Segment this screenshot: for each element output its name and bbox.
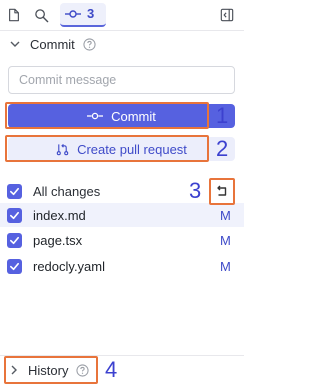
file-status-badge: M <box>220 207 231 223</box>
pull-request-icon <box>56 143 69 155</box>
checkmark-icon <box>10 236 19 244</box>
history-section-header[interactable]: History <box>8 360 90 380</box>
file-checkbox[interactable] <box>7 232 22 248</box>
file-checkbox[interactable] <box>7 258 22 274</box>
changed-file-row[interactable]: redocly.yaml M <box>0 254 244 278</box>
all-changes-row[interactable]: All changes <box>0 179 244 203</box>
help-icon[interactable] <box>83 37 96 51</box>
tab-source-control[interactable]: 3 <box>60 3 106 27</box>
file-status-badge: M <box>220 258 231 274</box>
file-status-badge: M <box>220 232 231 248</box>
changed-file-row[interactable]: page.tsx M <box>0 228 244 252</box>
chevron-right-icon <box>11 365 17 375</box>
all-changes-label: All changes <box>33 183 101 199</box>
file-name: page.tsx <box>33 232 83 248</box>
history-divider <box>0 355 244 356</box>
help-icon[interactable] <box>76 363 90 377</box>
tabbar-divider <box>0 30 244 31</box>
discard-changes-icon[interactable] <box>215 184 229 198</box>
checkmark-icon <box>10 262 19 270</box>
create-pull-request-label: Create pull request <box>77 141 187 157</box>
checkmark-icon <box>10 187 19 195</box>
create-pull-request-button[interactable]: Create pull request <box>8 137 235 161</box>
file-icon[interactable] <box>5 6 23 24</box>
commit-message-input[interactable] <box>8 66 235 94</box>
chevron-down-icon <box>10 41 20 47</box>
changed-file-row[interactable]: index.md M <box>0 203 244 227</box>
changes-count-badge: 3 <box>87 6 95 21</box>
file-name: index.md <box>33 207 86 223</box>
history-section-title: History <box>28 362 69 378</box>
commit-button[interactable]: Commit <box>8 104 235 128</box>
checkmark-icon <box>10 211 19 219</box>
search-icon[interactable] <box>32 6 50 24</box>
commit-icon <box>87 112 104 120</box>
commit-section-header[interactable]: Commit <box>8 34 96 54</box>
all-changes-checkbox[interactable] <box>7 183 22 199</box>
annotation-number: 3 <box>189 178 202 203</box>
annotation-number: 1 <box>216 103 229 128</box>
annotation-number: 2 <box>216 136 229 161</box>
activity-tabbar: 3 <box>0 0 244 30</box>
commit-section-title: Commit <box>30 36 75 52</box>
commit-button-label: Commit <box>111 108 156 124</box>
file-name: redocly.yaml <box>33 258 106 274</box>
file-checkbox[interactable] <box>7 207 22 223</box>
panel-collapse-icon[interactable] <box>218 6 236 24</box>
annotation-number: 4 <box>105 357 118 382</box>
commit-icon <box>65 10 81 18</box>
